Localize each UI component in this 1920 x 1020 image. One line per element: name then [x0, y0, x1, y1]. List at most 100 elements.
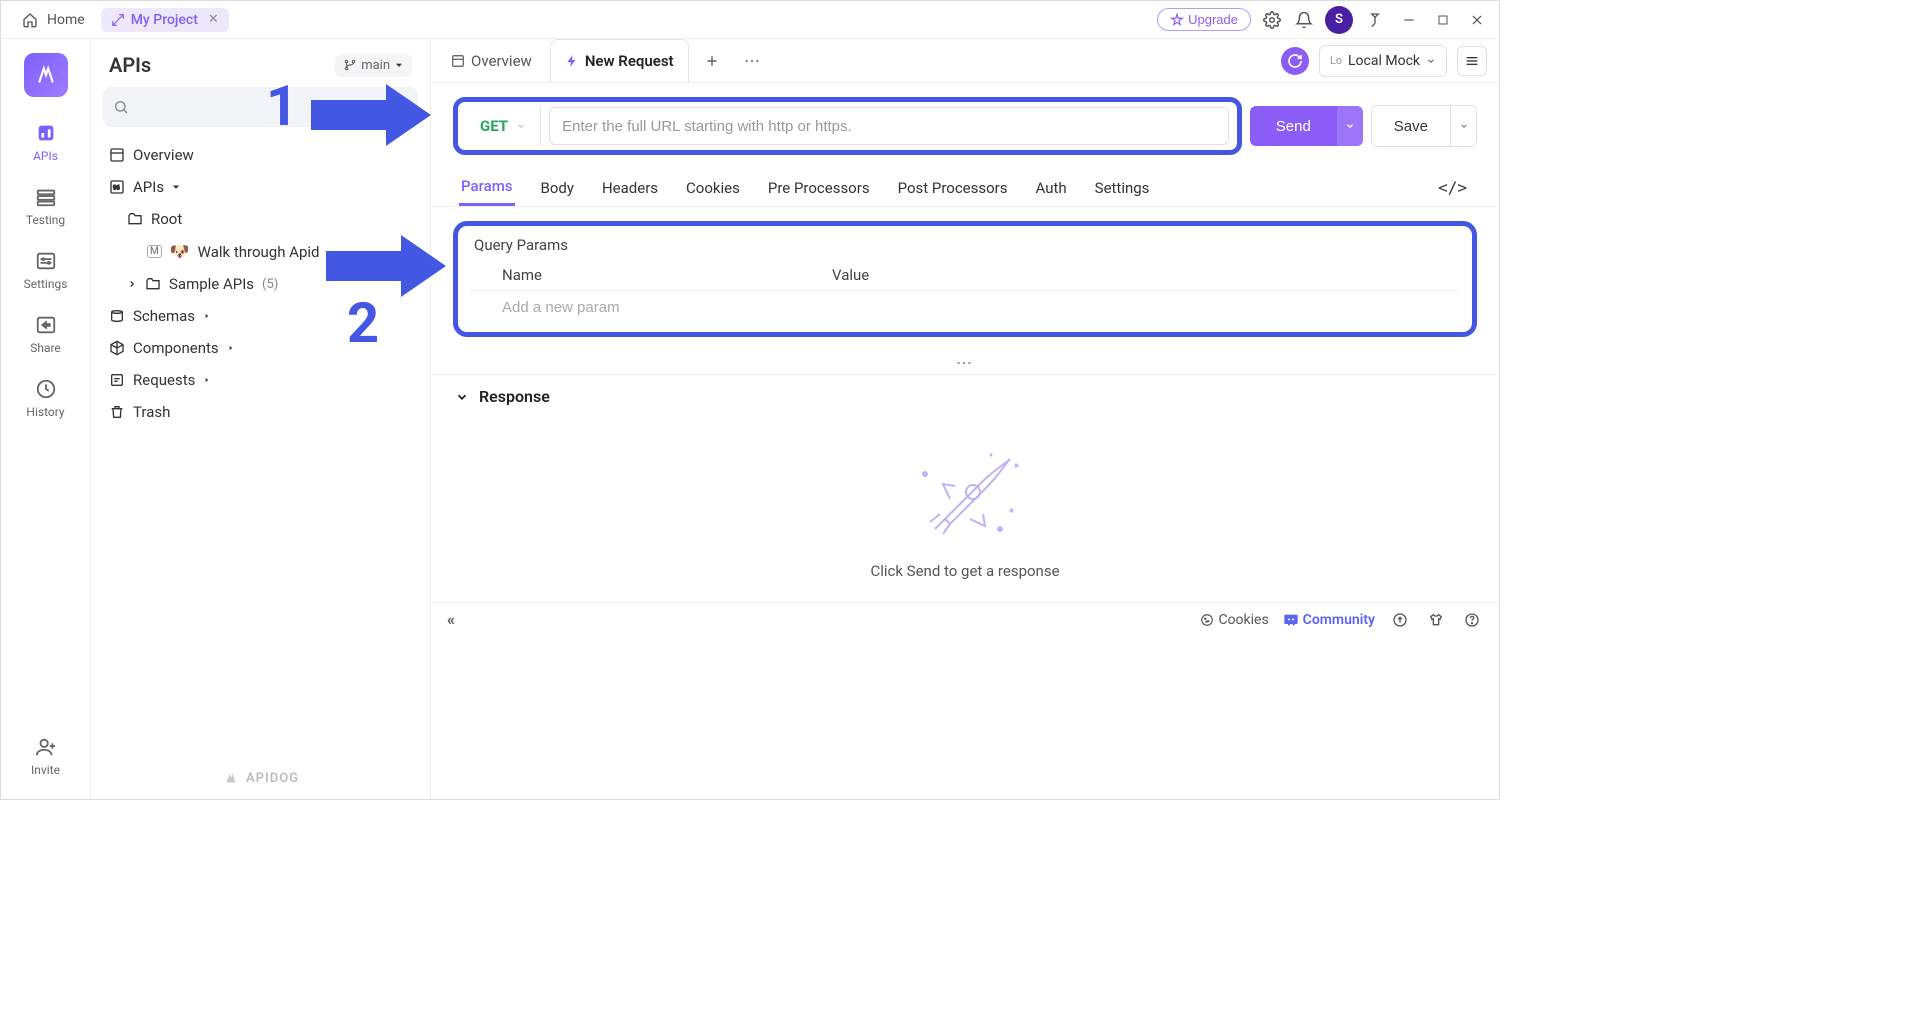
chevron-down-icon	[516, 121, 526, 131]
pin-icon[interactable]	[1363, 8, 1387, 32]
bb-cookies[interactable]: Cookies	[1200, 612, 1268, 628]
req-tab-cookies[interactable]: Cookies	[684, 171, 742, 205]
req-tab-headers[interactable]: Headers	[600, 171, 660, 205]
tab-bar: Overview New Request	[431, 39, 1499, 83]
share-icon	[34, 313, 58, 337]
add-tab-icon[interactable]	[701, 50, 723, 72]
resize-handle[interactable]: ⋯	[431, 351, 1499, 374]
sidebar-footer-logo: APIDOG	[91, 757, 430, 799]
arrow-right-icon	[306, 80, 436, 150]
method-select[interactable]: GET	[466, 107, 541, 145]
home-icon	[19, 9, 41, 31]
home-tab[interactable]: Home	[11, 5, 93, 35]
project-icon	[111, 13, 125, 27]
upgrade-icon	[1170, 13, 1184, 27]
req-tab-settings[interactable]: Settings	[1093, 171, 1152, 205]
arrow-right-icon	[321, 231, 451, 301]
tree-requests-label: Requests	[133, 371, 195, 389]
req-tab-auth[interactable]: Auth	[1034, 171, 1069, 205]
environment-select[interactable]: Lo Local Mock	[1319, 45, 1447, 77]
tab-more-icon[interactable]	[741, 50, 763, 72]
upgrade-button[interactable]: Upgrade	[1157, 8, 1251, 31]
bb-tshirt-icon[interactable]	[1425, 609, 1447, 631]
params-header: Name Value	[470, 260, 1460, 291]
emoji-icon: 🐶	[170, 242, 190, 261]
app-logo[interactable]	[24, 53, 68, 97]
menu-icon[interactable]	[1457, 46, 1487, 76]
req-tab-post[interactable]: Post Processors	[896, 171, 1010, 205]
tab-new-request[interactable]: New Request	[550, 39, 689, 82]
rail-testing-label: Testing	[26, 213, 65, 227]
rail-apis-label: APIs	[33, 149, 58, 163]
url-input[interactable]	[549, 107, 1229, 145]
req-tab-pre[interactable]: Pre Processors	[766, 171, 872, 205]
settings-icon	[34, 249, 58, 273]
notifications-bell-icon[interactable]	[1293, 9, 1315, 31]
request-row: GET Send Save	[431, 83, 1499, 169]
tree-apis-label: APIs	[133, 178, 164, 196]
rail-testing[interactable]: Testing	[1, 177, 90, 235]
query-params-title: Query Params	[470, 230, 1460, 260]
col-value: Value	[832, 266, 869, 284]
response-header[interactable]: Response	[455, 387, 1475, 406]
col-name: Name	[502, 266, 832, 284]
window-maximize-icon[interactable]	[1431, 8, 1455, 32]
branch-selector[interactable]: main	[335, 54, 412, 77]
tree-schemas-label: Schemas	[133, 307, 195, 325]
project-name: My Project	[131, 12, 198, 28]
settings-gear-icon[interactable]	[1261, 9, 1283, 31]
title-bar: Home My Project ✕ Upgrade	[1, 1, 1499, 39]
tree-apis[interactable]: 96 APIs	[99, 171, 422, 203]
rail-apis[interactable]: APIs	[1, 113, 90, 171]
rail-settings-label: Settings	[24, 277, 68, 291]
bb-community[interactable]: Community	[1283, 612, 1375, 628]
params-new-row[interactable]	[470, 291, 1460, 324]
svg-text:96: 96	[113, 185, 120, 192]
code-view-icon[interactable]: </>	[1438, 178, 1471, 197]
project-tab[interactable]: My Project ✕	[101, 8, 229, 32]
tree-components-label: Components	[133, 339, 219, 357]
tree-requests[interactable]: Requests	[99, 364, 422, 396]
rail-share[interactable]: Share	[1, 305, 90, 363]
testing-icon	[34, 185, 58, 209]
rail-history[interactable]: History	[1, 369, 90, 427]
main-area: Overview New Request	[431, 39, 1499, 799]
env-name: Local Mock	[1348, 53, 1420, 69]
window-close-icon[interactable]	[1465, 8, 1489, 32]
user-avatar[interactable]: S	[1325, 6, 1353, 34]
branch-name: main	[361, 58, 390, 73]
bb-upload-icon[interactable]	[1389, 609, 1411, 631]
rocket-illustration	[895, 434, 1035, 554]
refresh-button[interactable]	[1281, 47, 1309, 75]
chevron-down-icon	[455, 390, 469, 404]
bb-help-icon[interactable]	[1461, 609, 1483, 631]
app-window: Home My Project ✕ Upgrade	[0, 0, 1500, 800]
env-prefix: Lo	[1330, 54, 1342, 67]
param-name-input[interactable]	[502, 299, 1428, 316]
req-tab-params[interactable]: Params	[459, 169, 515, 206]
chevron-right-icon	[127, 279, 137, 289]
tab-overview[interactable]: Overview	[437, 39, 546, 82]
rail-invite-label: Invite	[31, 763, 60, 777]
response-title: Response	[479, 387, 550, 406]
window-minimize-icon[interactable]	[1397, 8, 1421, 32]
req-tab-body[interactable]: Body	[539, 171, 576, 205]
sidebar: APIs main Overview 96 APIs	[91, 39, 431, 799]
project-close-icon[interactable]: ✕	[208, 12, 219, 27]
bolt-icon	[565, 54, 579, 68]
search-icon	[113, 99, 129, 115]
send-dropdown[interactable]	[1337, 106, 1363, 146]
collapse-sidebar-icon[interactable]: «	[447, 610, 455, 629]
annotation-1-number: 1	[266, 78, 298, 134]
rail-invite[interactable]: Invite	[1, 727, 90, 785]
request-tabs: Params Body Headers Cookies Pre Processo…	[431, 169, 1499, 207]
save-button[interactable]: Save	[1372, 106, 1450, 146]
tree-overview-label: Overview	[133, 146, 194, 164]
save-dropdown[interactable]	[1450, 106, 1476, 146]
send-button[interactable]: Send	[1250, 106, 1337, 146]
tree-trash[interactable]: Trash	[99, 396, 422, 428]
rail-history-label: History	[26, 405, 64, 419]
folder-icon	[145, 276, 161, 292]
rail-settings[interactable]: Settings	[1, 241, 90, 299]
method-label: GET	[480, 117, 508, 135]
